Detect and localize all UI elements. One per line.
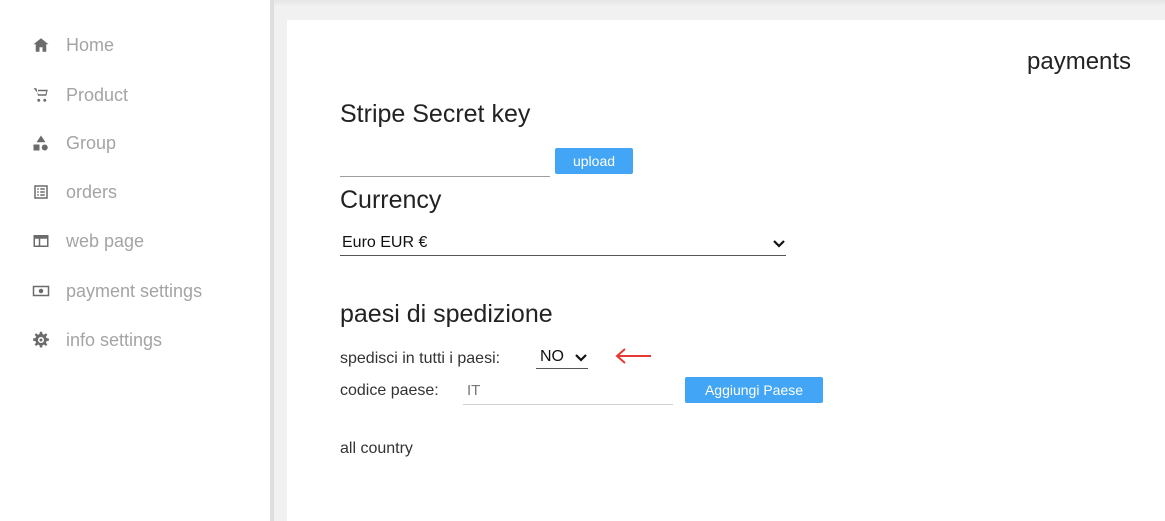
arrow-left-icon — [615, 348, 651, 364]
sidebar-item-group[interactable]: Group — [30, 131, 116, 155]
countries-list-text: all country — [340, 440, 413, 457]
shapes-icon — [30, 132, 52, 154]
sidebar-item-label: Home — [66, 34, 115, 55]
cart-icon — [30, 84, 52, 106]
sidebar-item-home[interactable]: Home — [30, 33, 114, 57]
sidebar-item-label: Product — [66, 84, 129, 105]
all-countries-select[interactable]: NO — [536, 345, 588, 369]
sidebar-item-orders[interactable]: orders — [30, 180, 117, 204]
currency-select[interactable]: Euro EUR € — [340, 230, 786, 256]
all-countries-label: spedisci in tutti i paesi: — [340, 350, 501, 367]
sidebar-item-label: payment settings — [66, 280, 203, 301]
list-icon — [30, 181, 52, 203]
sidebar: Home Product Group orders web page payme… — [0, 0, 270, 521]
sidebar-item-web-page[interactable]: web page — [30, 229, 144, 253]
stripe-key-heading: Stripe Secret key — [340, 100, 531, 128]
chevron-down-icon — [575, 353, 587, 362]
sidebar-item-product[interactable]: Product — [30, 83, 128, 107]
sidebar-item-label: orders — [66, 181, 118, 202]
upload-button[interactable]: upload — [555, 148, 633, 174]
add-country-button[interactable]: Aggiungi Paese — [685, 377, 823, 403]
stripe-key-input[interactable] — [340, 147, 550, 177]
currency-heading: Currency — [340, 186, 442, 214]
home-icon — [30, 34, 52, 56]
sidebar-divider — [270, 0, 274, 521]
gear-icon — [30, 329, 52, 351]
money-icon — [30, 280, 52, 302]
payments-panel: payments Stripe Secret key upload Curren… — [287, 20, 1165, 521]
shipping-heading: paesi di spedizione — [340, 300, 553, 328]
sidebar-item-info-settings[interactable]: info settings — [30, 328, 162, 352]
sidebar-item-label: info settings — [66, 329, 163, 350]
chevron-down-icon — [773, 239, 785, 248]
webpage-icon — [30, 230, 52, 252]
sidebar-item-label: web page — [66, 230, 145, 251]
page-title: payments — [1027, 48, 1132, 75]
country-code-input[interactable] — [463, 377, 673, 405]
currency-selected-value: Euro EUR € — [342, 233, 428, 251]
sidebar-item-label: Group — [66, 132, 117, 153]
country-code-label: codice paese: — [340, 382, 439, 399]
all-countries-value: NO — [540, 347, 564, 365]
sidebar-item-payment-settings[interactable]: payment settings — [30, 279, 202, 303]
